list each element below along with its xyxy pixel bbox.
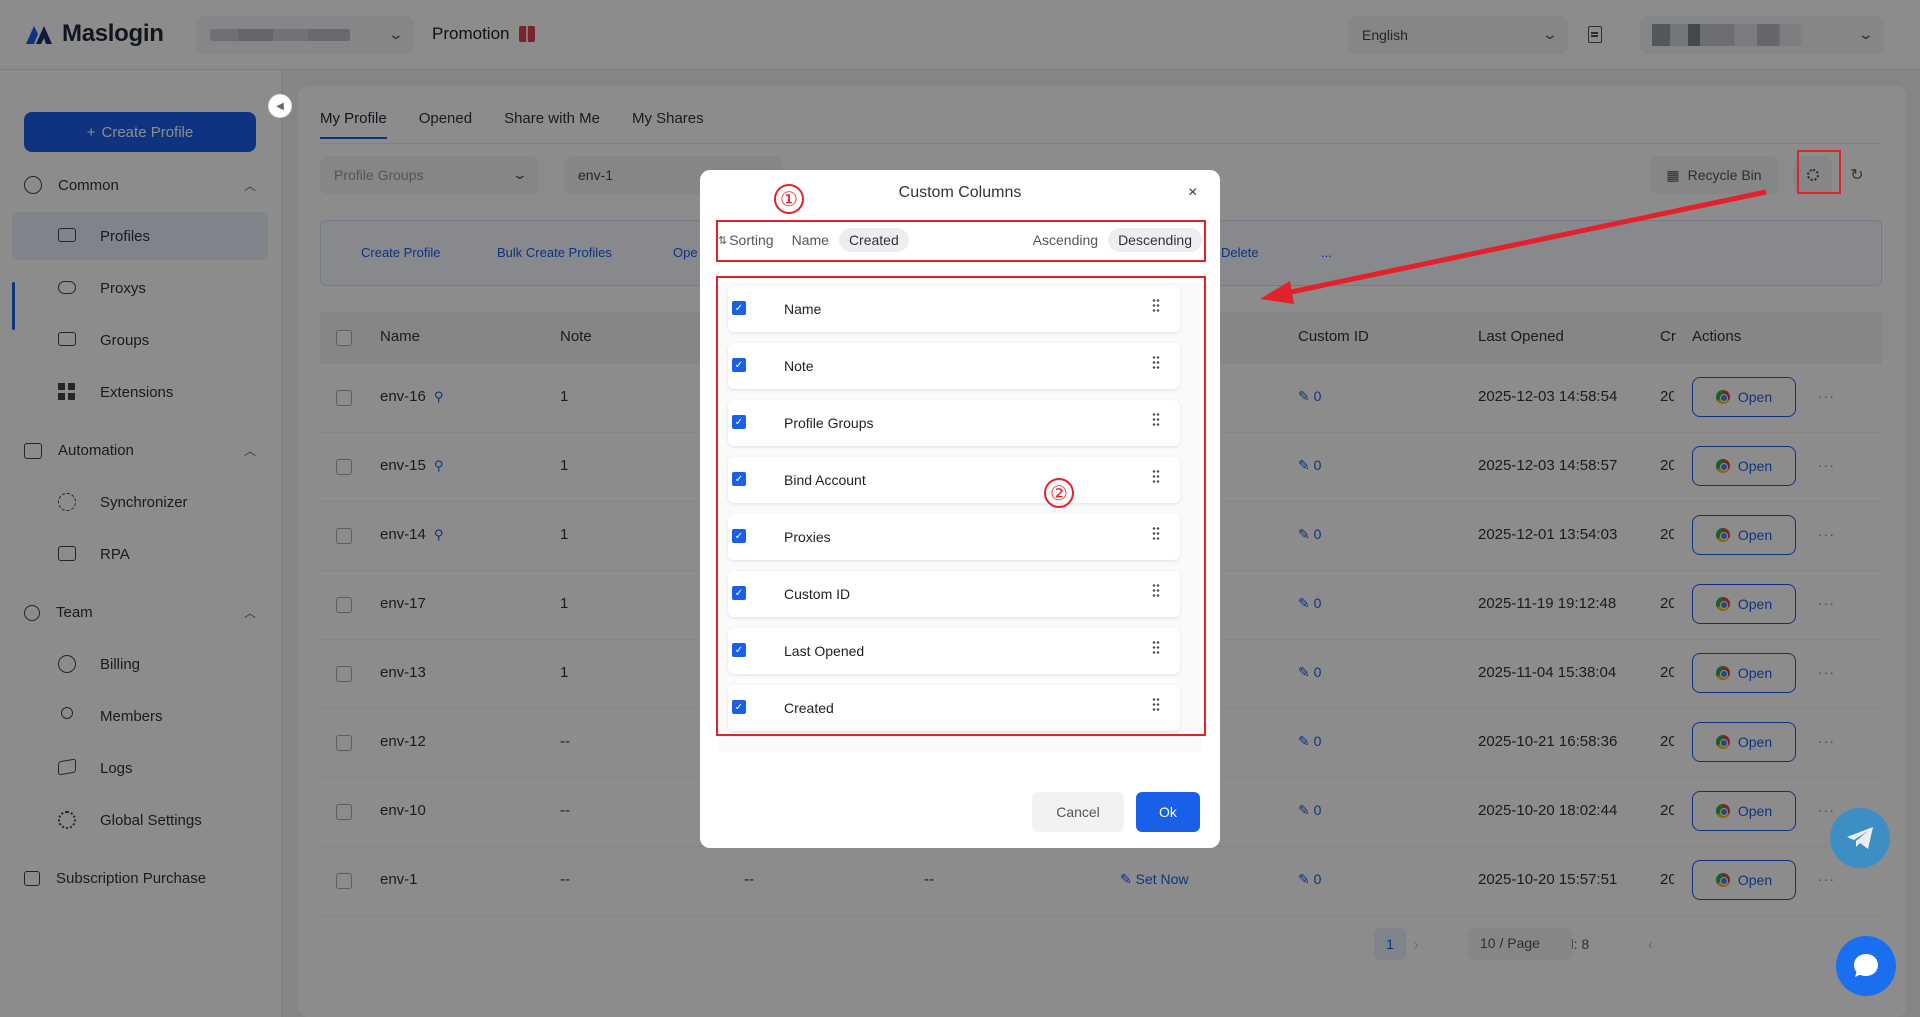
cancel-button[interactable]: Cancel: [1032, 792, 1124, 832]
annotation-box-sorting: [716, 220, 1206, 262]
close-icon[interactable]: ×: [1188, 184, 1197, 202]
annotation-marker-2: ②: [1044, 478, 1074, 508]
collapse-sidebar-button[interactable]: ◀: [268, 94, 292, 118]
chat-support-button[interactable]: [1836, 936, 1896, 996]
telegram-button[interactable]: [1830, 808, 1890, 868]
annotation-box-columns: [716, 276, 1206, 736]
telegram-icon: [1847, 827, 1873, 849]
annotation-marker-1: ①: [774, 184, 804, 214]
chevron-left-icon: ◀: [276, 100, 284, 112]
ok-button[interactable]: Ok: [1136, 792, 1200, 832]
annotation-box-gear: [1797, 150, 1841, 194]
chat-bubble-icon: [1854, 954, 1878, 977]
